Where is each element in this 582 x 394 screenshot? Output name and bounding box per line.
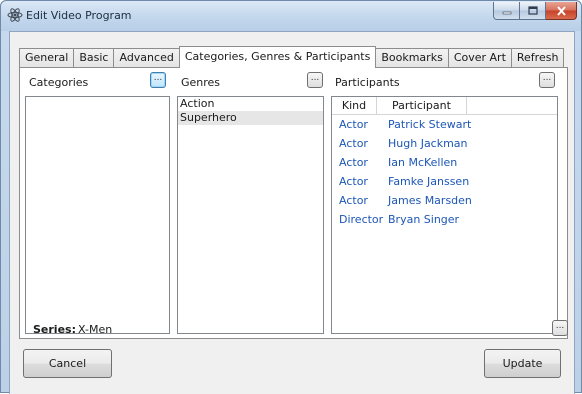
genres-list[interactable]: Action Superhero xyxy=(177,96,324,334)
cell-participant: Bryan Singer xyxy=(388,213,460,226)
participants-grid-header: Kind Participant xyxy=(332,97,557,115)
genre-item[interactable]: Action xyxy=(178,97,323,111)
update-button[interactable]: Update xyxy=(484,349,561,378)
maximize-icon xyxy=(527,6,538,15)
series-edit-button[interactable]: ... xyxy=(552,320,568,336)
column-header-kind[interactable]: Kind xyxy=(332,97,377,115)
cell-participant: James Marsden xyxy=(388,194,472,207)
categories-edit-button[interactable]: ... xyxy=(150,72,166,88)
cell-kind: Actor xyxy=(339,194,368,207)
title-bar[interactable]: Edit Video Program xyxy=(1,1,581,31)
tab-refresh[interactable]: Refresh xyxy=(511,48,565,68)
atom-icon[interactable] xyxy=(7,7,23,23)
series-value: X-Men xyxy=(78,323,113,336)
minimize-button[interactable] xyxy=(493,2,520,20)
tab-advanced[interactable]: Advanced xyxy=(114,48,180,68)
table-row[interactable]: Director Bryan Singer xyxy=(332,210,557,229)
genres-edit-button[interactable]: ... xyxy=(307,72,323,88)
table-row[interactable]: Actor Ian McKellen xyxy=(332,153,557,172)
cell-participant: Hugh Jackman xyxy=(388,137,468,150)
close-button[interactable] xyxy=(546,2,577,20)
series-label: Series: xyxy=(33,323,76,336)
participants-edit-button[interactable]: ... xyxy=(539,72,555,88)
tab-panel: Categories ... Genres ... Action Superhe… xyxy=(19,67,568,339)
tab-general[interactable]: General xyxy=(19,48,75,68)
table-row[interactable]: Actor Famke Janssen xyxy=(332,172,557,191)
edit-video-program-window: Edit Video Program General Basic Advance… xyxy=(0,0,582,394)
genres-label: Genres xyxy=(181,76,221,89)
tab-basic[interactable]: Basic xyxy=(74,48,115,68)
window-title: Edit Video Program xyxy=(26,9,132,22)
cell-participant: Ian McKellen xyxy=(388,156,458,169)
dialog-body: General Basic Advanced Categories, Genre… xyxy=(9,31,575,394)
close-icon xyxy=(556,5,566,16)
table-row[interactable]: Actor Hugh Jackman xyxy=(332,134,557,153)
cell-kind: Actor xyxy=(339,137,368,150)
genre-item[interactable]: Superhero xyxy=(178,111,323,125)
tab-categories-genres-participants[interactable]: Categories, Genres & Participants xyxy=(178,46,377,68)
cell-kind: Actor xyxy=(339,118,368,131)
participants-grid[interactable]: Kind Participant Actor Patrick Stewart A… xyxy=(331,96,558,334)
cell-participant: Patrick Stewart xyxy=(388,118,472,131)
table-row[interactable]: Actor Patrick Stewart xyxy=(332,115,557,134)
participants-label: Participants xyxy=(335,76,400,89)
tab-strip: General Basic Advanced Categories, Genre… xyxy=(19,46,565,68)
cell-kind: Director xyxy=(339,213,384,226)
cell-kind: Actor xyxy=(339,156,368,169)
column-header-participant[interactable]: Participant xyxy=(377,97,467,115)
categories-label: Categories xyxy=(29,76,89,89)
cancel-button[interactable]: Cancel xyxy=(23,349,112,378)
tab-bookmarks[interactable]: Bookmarks xyxy=(375,48,449,68)
cell-participant: Famke Janssen xyxy=(388,175,470,188)
cell-kind: Actor xyxy=(339,175,368,188)
tab-cover-art[interactable]: Cover Art xyxy=(448,48,512,68)
table-row[interactable]: Actor James Marsden xyxy=(332,191,557,210)
minimize-icon xyxy=(502,11,511,14)
maximize-button[interactable] xyxy=(520,2,546,20)
categories-list[interactable] xyxy=(25,96,170,334)
